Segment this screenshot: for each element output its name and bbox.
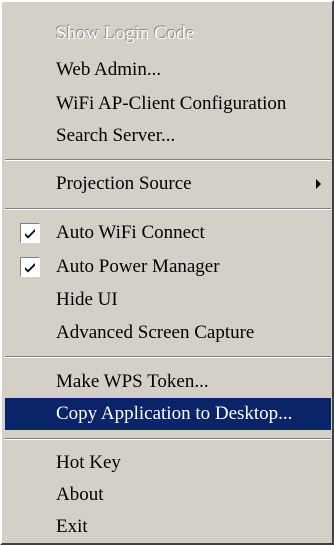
menu-item-label: WiFi AP-Client Configuration [56, 93, 287, 114]
context-menu: Show Login Code Web Admin... WiFi AP-Cli… [0, 0, 334, 545]
menu-item-copy-application-to-desktop[interactable]: Copy Application to Desktop... [5, 398, 331, 430]
menu-item-hide-ui[interactable]: Hide UI [5, 284, 331, 316]
menu-item-auto-wifi-connect[interactable]: Auto WiFi Connect [5, 217, 331, 249]
menu-separator [5, 159, 331, 161]
menu-item-show-login-code: Show Login Code [5, 18, 331, 50]
menu-item-label: Search Server... [56, 125, 176, 146]
menu-separator [5, 208, 331, 210]
checkmark-icon [20, 257, 40, 277]
checkmark-icon [20, 223, 40, 243]
menu-item-make-wps-token[interactable]: Make WPS Token... [5, 366, 331, 398]
menu-item-label: Copy Application to Desktop... [56, 403, 293, 424]
menu-item-label: About [56, 484, 104, 505]
menu-item-label: Hide UI [56, 289, 118, 310]
menu-item-auto-power-manager[interactable]: Auto Power Manager [5, 251, 331, 283]
menu-item-label: Auto WiFi Connect [56, 222, 205, 243]
menu-item-advanced-screen-capture[interactable]: Advanced Screen Capture [5, 317, 331, 349]
menu-item-label: Make WPS Token... [56, 371, 209, 392]
menu-item-label: Web Admin... [56, 59, 162, 80]
submenu-arrow-icon [316, 179, 321, 189]
menu-item-web-admin[interactable]: Web Admin... [5, 54, 331, 86]
menu-item-wifi-ap-client-configuration[interactable]: WiFi AP-Client Configuration [5, 88, 331, 120]
menu-item-projection-source[interactable]: Projection Source [5, 168, 331, 200]
menu-item-search-server[interactable]: Search Server... [5, 120, 331, 152]
menu-item-exit[interactable]: Exit [5, 511, 331, 543]
menu-item-label: Advanced Screen Capture [56, 322, 255, 343]
menu-item-label: Hot Key [56, 452, 121, 473]
menu-item-about[interactable]: About [5, 479, 331, 511]
menu-item-label: Auto Power Manager [56, 256, 220, 277]
menu-separator [5, 438, 331, 440]
menu-item-label: Exit [56, 516, 88, 537]
menu-separator [5, 356, 331, 358]
menu-item-label: Projection Source [56, 173, 192, 194]
menu-item-label: Show Login Code [56, 23, 195, 44]
menu-item-hot-key[interactable]: Hot Key [5, 447, 331, 479]
